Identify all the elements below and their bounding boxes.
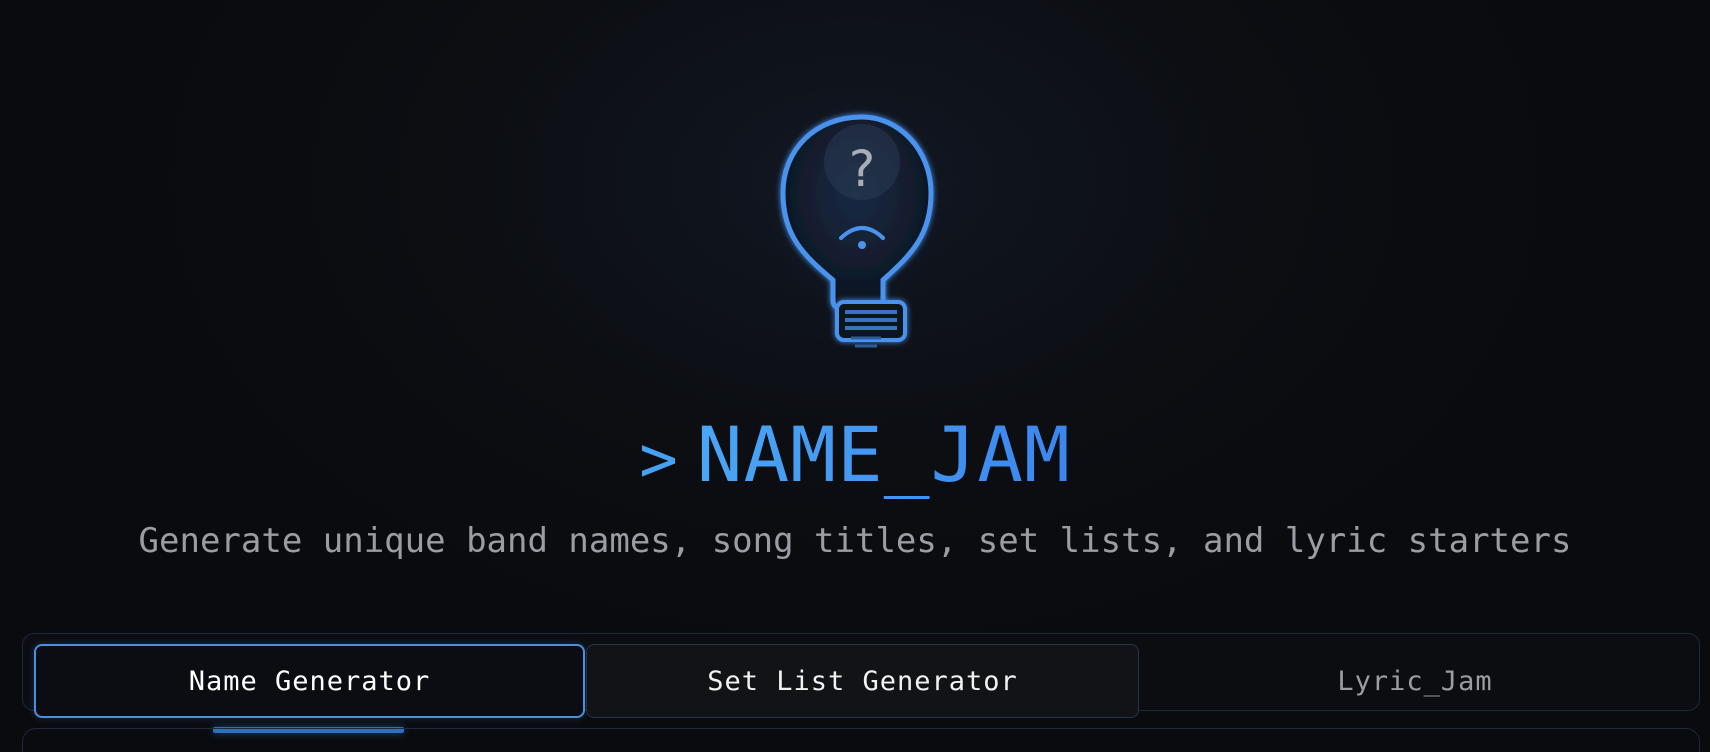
tab-set-list-generator[interactable]: Set List Generator bbox=[586, 644, 1139, 718]
app-name: NAME_JAM bbox=[696, 410, 1071, 499]
lightbulb-question-icon: ? bbox=[780, 114, 934, 348]
tab-bar: Name Generator Set List Generator Lyric_… bbox=[22, 633, 1700, 718]
tab-name-generator[interactable]: Name Generator bbox=[34, 644, 585, 718]
tab-lyric-jam[interactable]: Lyric_Jam bbox=[1140, 644, 1690, 718]
question-mark-glyph: ? bbox=[849, 140, 876, 198]
content-panel bbox=[22, 728, 1700, 752]
page-subtitle: Generate unique band names, song titles,… bbox=[138, 521, 1572, 561]
page-title: > NAME_JAM bbox=[0, 405, 1710, 510]
prompt-symbol: > bbox=[639, 423, 679, 497]
logo: ? bbox=[755, 90, 955, 360]
app-page: ? > NAME_JAM Generate unique band names, … bbox=[0, 0, 1710, 752]
